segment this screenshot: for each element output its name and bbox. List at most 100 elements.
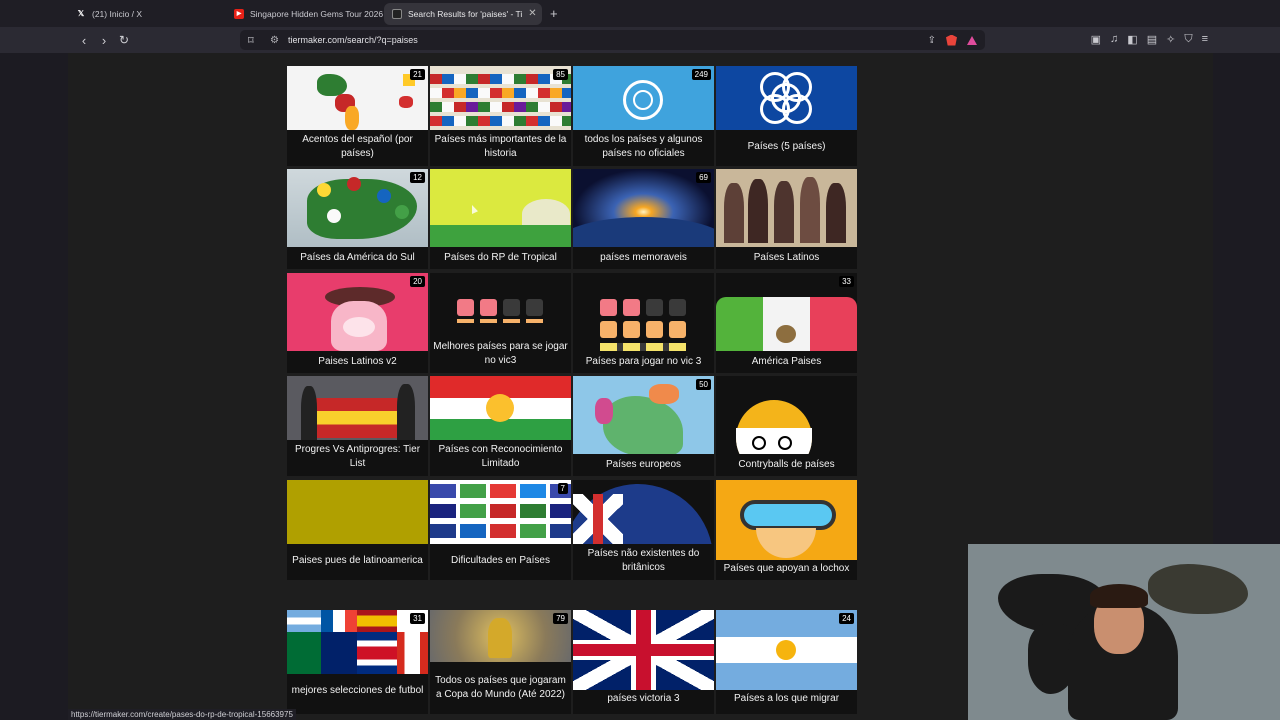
card-title: Contryballs de países bbox=[738, 458, 835, 470]
result-card[interactable]: 85 Países más importantes de la historia bbox=[430, 66, 571, 166]
template-count-badge: 33 bbox=[839, 276, 854, 287]
result-card[interactable]: Progres Vs Antiprogres: Tier List bbox=[287, 376, 428, 476]
card-thumbnail bbox=[716, 376, 857, 454]
url-text[interactable]: tiermaker.com/search/?q=paises bbox=[288, 35, 418, 45]
music-icon[interactable]: ♫ bbox=[1110, 33, 1118, 46]
card-title: Países a los que migrar bbox=[733, 692, 840, 704]
card-title: Países não existentes do britânicos bbox=[587, 547, 700, 574]
reader-icon[interactable]: ▣ bbox=[1091, 33, 1101, 46]
new-tab-button[interactable]: + bbox=[550, 6, 558, 21]
card-thumbnail bbox=[430, 169, 571, 247]
card-title: todos los países y algunos países no ofi… bbox=[584, 133, 703, 160]
template-count-badge: 85 bbox=[553, 69, 568, 80]
tab-tiermaker[interactable]: Search Results for 'paises' - Ti ✕ bbox=[384, 2, 542, 25]
result-card[interactable]: Países do RP de Tropical bbox=[430, 169, 571, 269]
card-title: Países para jogar no vic 3 bbox=[585, 355, 702, 367]
card-thumbnail bbox=[287, 610, 428, 674]
vpn-icon[interactable]: ⛉ bbox=[1184, 33, 1192, 46]
brave-rewards-icon[interactable] bbox=[967, 35, 977, 45]
template-count-badge: 69 bbox=[696, 172, 711, 183]
reload-icon[interactable]: ↻ bbox=[114, 33, 134, 47]
back-icon[interactable]: ‹ bbox=[74, 33, 94, 48]
card-title: Países con Reconocimiento Limitado bbox=[438, 443, 563, 470]
result-card[interactable]: Melhores países para se jogar no vic3 bbox=[430, 273, 571, 373]
result-card[interactable]: 20 Paises Latinos v2 bbox=[287, 273, 428, 373]
result-card[interactable]: Contryballs de países bbox=[716, 376, 857, 476]
tab-bar: 𝕏 (21) Inicio / X ▶ Singapore Hidden Gem… bbox=[0, 0, 1280, 27]
card-title: Países europeos bbox=[605, 458, 682, 470]
card-thumbnail bbox=[430, 480, 571, 544]
card-thumbnail bbox=[287, 273, 428, 351]
tiermaker-icon bbox=[392, 8, 402, 19]
card-thumbnail bbox=[573, 480, 714, 544]
card-thumbnail bbox=[573, 169, 714, 247]
leo-ai-icon[interactable]: ✧ bbox=[1166, 33, 1175, 46]
template-count-badge: 12 bbox=[410, 172, 425, 183]
result-card[interactable]: 69 países memoraveis bbox=[573, 169, 714, 269]
site-settings-icon[interactable]: ⚙ bbox=[270, 35, 288, 46]
result-card[interactable]: 50 Países europeos bbox=[573, 376, 714, 476]
result-card[interactable]: países victoria 3 bbox=[573, 610, 714, 714]
share-icon[interactable]: ⇪ bbox=[928, 35, 936, 46]
template-count-badge: 20 bbox=[410, 276, 425, 287]
person-hair bbox=[1090, 584, 1148, 608]
tab-x[interactable]: 𝕏 (21) Inicio / X bbox=[68, 3, 226, 25]
status-bar-url: https://tiermaker.com/create/pases-do-rp… bbox=[68, 709, 296, 720]
card-title: Acentos del español (por países) bbox=[302, 133, 413, 160]
bookmark-icon[interactable]: ⌑ bbox=[248, 34, 270, 47]
card-thumbnail bbox=[716, 297, 857, 351]
result-card[interactable]: Países que apoyan a lochox bbox=[716, 480, 857, 580]
forward-icon[interactable]: › bbox=[94, 33, 114, 48]
card-title: Progres Vs Antiprogres: Tier List bbox=[294, 443, 421, 470]
sidebar-icon[interactable]: ◧ bbox=[1127, 33, 1137, 46]
menu-icon[interactable]: ≡ bbox=[1202, 33, 1208, 46]
result-card[interactable]: Países não existentes do britânicos bbox=[573, 480, 714, 580]
result-card[interactable]: 24 Países a los que migrar bbox=[716, 610, 857, 714]
result-card[interactable]: Países Latinos bbox=[716, 169, 857, 269]
template-count-badge: 50 bbox=[696, 379, 711, 390]
card-thumbnail bbox=[430, 273, 571, 323]
card-title: Melhores países para se jogar no vic3 bbox=[433, 340, 568, 367]
brave-shields-icon[interactable] bbox=[946, 34, 957, 46]
card-title: Paises pues de latinoamerica bbox=[292, 554, 423, 566]
template-count-badge: 24 bbox=[839, 613, 854, 624]
card-title: Paises Latinos v2 bbox=[318, 355, 397, 367]
result-card[interactable]: Paises pues de latinoamerica bbox=[287, 480, 428, 580]
card-title: países victoria 3 bbox=[607, 692, 680, 704]
result-card[interactable]: 33 América Paises bbox=[716, 273, 857, 373]
card-thumbnail bbox=[716, 610, 857, 690]
card-thumbnail bbox=[287, 66, 428, 130]
result-card[interactable]: 7 Dificultades en Países bbox=[430, 480, 571, 580]
card-thumbnail bbox=[716, 480, 857, 560]
card-title: Países más importantes de la historia bbox=[434, 133, 567, 160]
wallet-icon[interactable]: ▤ bbox=[1147, 33, 1157, 46]
x-logo-icon: 𝕏 bbox=[77, 9, 85, 18]
close-tab-icon[interactable]: ✕ bbox=[528, 8, 536, 19]
result-card[interactable]: Países (5 países) bbox=[716, 66, 857, 166]
card-thumbnail bbox=[716, 66, 857, 130]
card-thumbnail bbox=[287, 376, 428, 440]
card-thumbnail bbox=[430, 66, 571, 130]
tab-label: Singapore Hidden Gems Tour 2026 bbox=[250, 8, 384, 19]
address-bar[interactable]: ⌑ ⚙ tiermaker.com/search/?q=paises ⇪ bbox=[240, 30, 985, 50]
card-title: Países Latinos bbox=[753, 251, 820, 263]
card-title: América Paises bbox=[751, 355, 822, 367]
card-thumbnail bbox=[287, 480, 428, 544]
card-title: Países que apoyan a lochox bbox=[723, 562, 850, 574]
extension-toolbar: ▣ ♫ ◧ ▤ ✧ ⛉ ≡ bbox=[1091, 33, 1208, 46]
result-card[interactable]: 21 Acentos del español (por países) bbox=[287, 66, 428, 166]
world-map-decor bbox=[1148, 564, 1248, 614]
card-thumbnail bbox=[430, 610, 571, 662]
result-card[interactable]: 249 todos los países y algunos países no… bbox=[573, 66, 714, 166]
result-card[interactable]: 31 mejores selecciones de futbol bbox=[287, 610, 428, 714]
template-count-badge: 7 bbox=[557, 483, 568, 494]
card-title: Dificultades en Países bbox=[451, 554, 550, 566]
result-card[interactable]: 79 Todos os países que jogaram a Copa do… bbox=[430, 610, 571, 714]
template-count-badge: 21 bbox=[410, 69, 425, 80]
webcam-overlay bbox=[968, 544, 1280, 720]
tab-label: Search Results for 'paises' - Ti bbox=[408, 8, 523, 19]
result-card[interactable]: Países con Reconocimiento Limitado bbox=[430, 376, 571, 476]
result-card[interactable]: 12 Países da América do Sul bbox=[287, 169, 428, 269]
tab-youtube[interactable]: ▶ Singapore Hidden Gems Tour 2026 bbox=[226, 3, 384, 25]
result-card[interactable]: Países para jogar no vic 3 bbox=[573, 273, 714, 373]
